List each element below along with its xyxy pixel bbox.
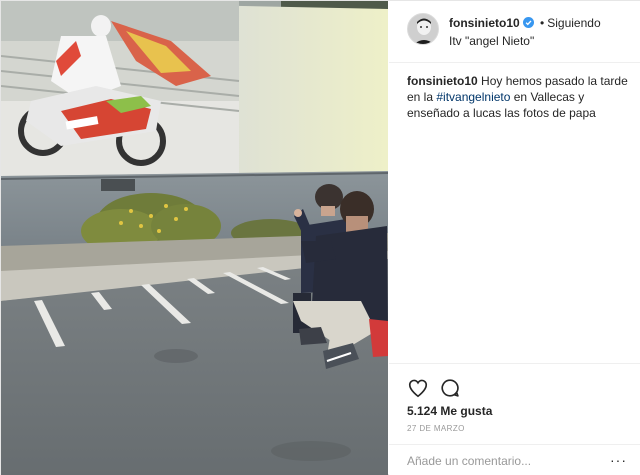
caption-hashtag-link[interactable]: #itvangelnieto xyxy=(436,90,510,104)
post-side-panel: fonsinieto10 • Siguiendo Itv "angel Nieto… xyxy=(389,1,640,475)
follow-status-button[interactable]: Siguiendo xyxy=(547,16,600,30)
location-link[interactable]: Itv "angel Nieto" xyxy=(449,34,534,48)
post-photo[interactable] xyxy=(1,1,388,475)
header-line: fonsinieto10 • Siguiendo xyxy=(449,16,601,30)
comment-box: ··· xyxy=(389,444,640,475)
instagram-post: fonsinieto10 • Siguiendo Itv "angel Nieto… xyxy=(0,0,640,475)
comment-bubble-icon[interactable] xyxy=(439,377,461,399)
separator-dot: • xyxy=(540,16,545,30)
photo-scene xyxy=(1,1,388,475)
comment-input[interactable] xyxy=(407,451,607,471)
avatar[interactable] xyxy=(407,13,439,45)
likes-count[interactable]: 5.124 Me gusta xyxy=(407,404,492,418)
header-username[interactable]: fonsinieto10 xyxy=(449,16,520,30)
avatar-image xyxy=(408,14,438,44)
caption-username[interactable]: fonsinieto10 xyxy=(407,74,478,88)
verified-badge-icon xyxy=(522,17,534,28)
more-options-icon[interactable]: ··· xyxy=(610,453,627,467)
post-header: fonsinieto10 • Siguiendo Itv "angel Nieto… xyxy=(389,1,640,63)
post-date[interactable]: 27 DE MARZO xyxy=(407,424,465,433)
heart-icon[interactable] xyxy=(407,377,429,399)
post-caption: fonsinieto10 Hoy hemos pasado la tarde e… xyxy=(407,73,629,121)
